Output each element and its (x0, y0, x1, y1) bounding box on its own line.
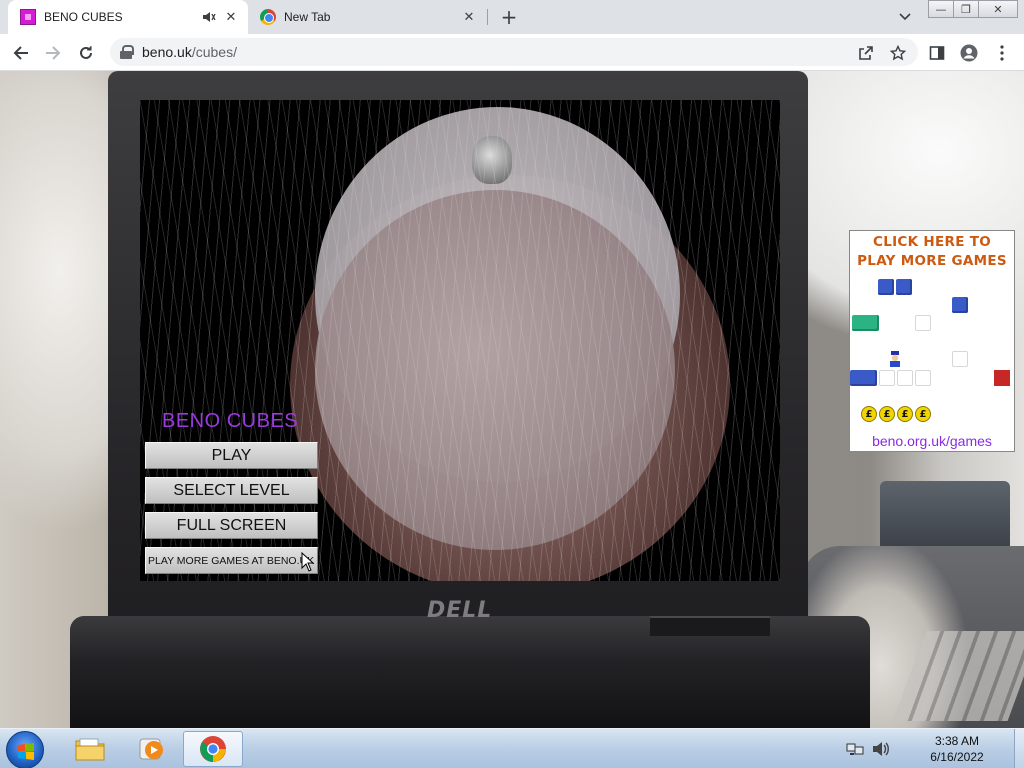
close-window-icon[interactable]: ✕ (978, 0, 1018, 18)
side-panel-icon[interactable] (926, 42, 948, 64)
bookmark-star-icon[interactable] (887, 42, 909, 64)
folder-icon (75, 738, 105, 761)
tab-strip: BENO CUBES ✕ New Tab ✕ + — ❐ ✕ (0, 0, 1024, 34)
network-icon[interactable] (846, 741, 864, 757)
url-path: /cubes/ (191, 44, 237, 60)
url-host: beno.uk (142, 44, 192, 60)
tab-beno-cubes[interactable]: BENO CUBES ✕ (8, 0, 248, 34)
more-games-button[interactable]: PLAY MORE GAMES AT BENO.UK (145, 547, 318, 574)
system-tray: 3:38 AM 6/16/2022 (846, 729, 1024, 768)
ad-player-character-icon (888, 351, 902, 367)
ad-enemy-icon (994, 370, 1010, 386)
game-canvas[interactable]: BENO CUBES PLAY SELECT LEVEL FULL SCREEN… (140, 100, 780, 581)
window-controls: — ❐ ✕ (928, 0, 1018, 18)
tab-new-tab[interactable]: New Tab ✕ (250, 0, 486, 34)
select-level-button[interactable]: SELECT LEVEL (145, 477, 318, 504)
ad-blue-cube (952, 297, 968, 313)
ad-blue-cube (878, 279, 894, 295)
background-laptop-hinge (650, 616, 770, 636)
reload-icon[interactable] (75, 42, 97, 64)
browser-toolbar: beno.uk/cubes/ (0, 34, 1024, 71)
ad-white-cube (897, 370, 913, 386)
beno-favicon-icon (20, 9, 36, 25)
tab-title: New Tab (284, 10, 331, 24)
background-device (880, 481, 1010, 551)
chrome-favicon-icon (260, 9, 276, 25)
share-icon[interactable] (855, 42, 877, 64)
profile-avatar-icon[interactable] (958, 42, 980, 64)
ad-link[interactable]: beno.org.uk/games (850, 433, 1014, 449)
chrome-icon (200, 736, 226, 762)
ad-headline-line1: CLICK HERE TO (872, 234, 992, 250)
tab-search-chevron-icon[interactable] (895, 8, 915, 26)
coin-icon: £ (915, 406, 931, 422)
full-screen-button[interactable]: FULL SCREEN (145, 512, 318, 539)
windows-logo-icon (18, 743, 34, 760)
minimize-icon[interactable]: — (928, 0, 954, 18)
more-games-ad[interactable]: CLICK HERE TO PLAY MORE GAMES £ £ £ £ be… (849, 230, 1015, 452)
coin-icon: £ (879, 406, 895, 422)
ad-white-cube (915, 315, 931, 331)
game-title: BENO CUBES (162, 410, 299, 432)
ad-headline: CLICK HERE TO PLAY MORE GAMES (850, 233, 1014, 271)
tab-separator (487, 9, 488, 25)
back-arrow-icon[interactable] (10, 42, 32, 64)
clock-date: 6/16/2022 (930, 750, 984, 764)
file-explorer-taskbar-button[interactable] (60, 731, 120, 767)
show-desktop-button[interactable] (1014, 729, 1024, 768)
restore-icon[interactable]: ❐ (953, 0, 979, 18)
ad-headline-line2: PLAY MORE GAMES (857, 253, 1007, 269)
ad-blue-cube (896, 279, 912, 295)
forward-arrow-icon[interactable] (42, 42, 64, 64)
new-tab-plus-icon[interactable]: + (498, 5, 520, 29)
play-button[interactable]: PLAY (145, 442, 318, 469)
media-player-icon (139, 738, 163, 760)
clock-time: 3:38 AM (934, 734, 980, 748)
page-content: DELL BENO CUBES PLAY SELECT LEVEL FULL S… (0, 71, 1024, 728)
tab-title: BENO CUBES (44, 10, 123, 24)
mouse-cursor-icon (301, 552, 315, 572)
windows-taskbar: 3:38 AM 6/16/2022 (0, 728, 1024, 768)
ad-green-cube (863, 315, 879, 331)
lock-icon[interactable] (120, 45, 134, 59)
ad-blue-cube (861, 370, 877, 386)
ad-white-cube (879, 370, 895, 386)
ad-white-cube (915, 370, 931, 386)
laptop-brand-logo: DELL (427, 598, 493, 623)
speaker-icon[interactable] (200, 8, 218, 26)
kebab-menu-icon[interactable] (991, 42, 1013, 64)
taskbar-clock[interactable]: 3:38 AM 6/16/2022 (920, 733, 994, 765)
rain-overlay (140, 100, 780, 581)
start-button[interactable] (6, 731, 44, 768)
media-player-taskbar-button[interactable] (121, 731, 181, 767)
coin-icon: £ (861, 406, 877, 422)
ad-white-cube (952, 351, 968, 367)
close-tab-icon[interactable]: ✕ (222, 8, 240, 26)
address-bar[interactable]: beno.uk/cubes/ (110, 38, 918, 66)
chrome-taskbar-button[interactable] (183, 731, 243, 767)
close-tab-icon[interactable]: ✕ (460, 8, 478, 26)
coin-icon: £ (897, 406, 913, 422)
volume-icon[interactable] (872, 741, 890, 757)
